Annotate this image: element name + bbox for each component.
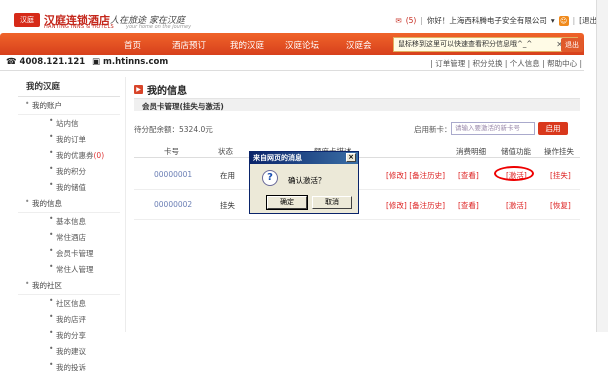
sidebar-item-card-management[interactable]: 会员卡管理 (18, 245, 120, 261)
dialog-title: 来自网页的消息 × (250, 152, 358, 164)
phone-number: ☎ 4008.121.121 (6, 57, 86, 67)
user-icon[interactable]: ☺ (558, 15, 569, 26)
sidebar-divider (125, 77, 126, 332)
activate-link[interactable]: [激活] (506, 200, 527, 211)
sidebar-item-frequent-hotels[interactable]: 常住酒店 (18, 229, 120, 245)
col-card-no: 卡号 (164, 147, 179, 156)
enable-card-button[interactable]: 启用 (538, 122, 568, 135)
report-loss-link[interactable]: [挂失] (550, 170, 571, 181)
question-icon: ? (262, 170, 278, 186)
card-number: 00000002 (154, 200, 193, 209)
sidebar-item-guest-management[interactable]: 常住人管理 (18, 261, 120, 277)
mail-count[interactable]: (5) (406, 16, 417, 25)
card-status: 挂失 (220, 201, 235, 210)
section-title: 会员卡管理(挂失与激活) (142, 102, 224, 111)
confirm-dialog: 来自网页的消息 × ? 确认激活？ 确定 取消 (249, 151, 359, 214)
sidebar-item-basic-info[interactable]: 基本信息 (18, 213, 120, 229)
close-icon[interactable]: × (346, 153, 356, 162)
ok-button[interactable]: 确定 (266, 195, 308, 210)
sidebar-title: 我的汉庭 (18, 77, 120, 97)
section-header: 会员卡管理(挂失与激活) (134, 98, 580, 111)
col-stored-value: 储值功能 (501, 147, 531, 156)
scrollbar[interactable] (596, 0, 608, 332)
sidebar-item-reviews[interactable]: 我的店评 (18, 311, 120, 327)
sidebar-item-complaints[interactable]: 我的投诉 (18, 359, 120, 375)
restore-link[interactable]: [恢复] (550, 200, 571, 211)
sidebar-item-community-info[interactable]: 社区信息 (18, 295, 120, 311)
greeting: 你好！上海西科腾电子安全有限公司 (426, 16, 547, 25)
sidebar-group-account[interactable]: 我的账户 (18, 97, 120, 115)
points-tooltip[interactable]: 鼠标移到这里可以快速查看积分信息哦^_^ ✕ ⌃ (393, 37, 578, 52)
sidebar-item-points[interactable]: 我的积分 (18, 163, 120, 179)
cancel-button[interactable]: 取消 (312, 196, 352, 209)
sidebar-item-coupons[interactable]: 我的优惠券(0) (18, 147, 120, 163)
card-status: 在用 (220, 171, 235, 180)
tooltip-text: 鼠标移到这里可以快速查看积分信息哦^_^ (398, 40, 533, 48)
sidebar-item-suggestions[interactable]: 我的建议 (18, 343, 120, 359)
new-card-input[interactable]: 请输入要激活的新卡号 (451, 122, 535, 135)
highlight-circle (494, 166, 534, 181)
view-link[interactable]: [查看] (458, 200, 479, 211)
mail-icon[interactable]: ✉ (395, 16, 401, 25)
brand-en: HANTING INNS & HOTELS (44, 24, 115, 30)
nav-club[interactable]: 汉庭会 (346, 39, 372, 51)
nav-forum[interactable]: 汉庭论坛 (285, 39, 319, 51)
enable-card-label: 启用新卡： (414, 125, 452, 134)
sidebar-group-info[interactable]: 我的信息 (18, 195, 120, 213)
chevron-down-icon[interactable]: ▾ (551, 16, 555, 25)
nav-logout-button[interactable]: 退出 (561, 38, 583, 52)
slogan-en: your home on the journey (126, 24, 192, 30)
nav-home[interactable]: 首页 (124, 39, 141, 51)
edit-links[interactable]: [修改] [备注历史] (386, 200, 445, 211)
col-status: 状态 (218, 147, 233, 156)
col-consumption: 消费明细 (456, 147, 486, 156)
sidebar-item-stored-value[interactable]: 我的储值 (18, 179, 120, 195)
nav-my-hanting[interactable]: 我的汉庭 (230, 39, 264, 51)
sidebar: 我的汉庭 我的账户 站内信 我的订单 我的优惠券(0) 我的积分 我的储值 我的… (18, 77, 120, 372)
card-number: 00000001 (154, 170, 193, 179)
top-header: 汉庭 汉庭连锁酒店 HANTING INNS & HOTELS 人在旅途 家在汉… (0, 0, 608, 32)
divider (0, 70, 584, 71)
logo[interactable]: 汉庭 (14, 13, 40, 27)
dialog-message: 确认激活？ (288, 176, 326, 185)
sidebar-item-inbox[interactable]: 站内信 (18, 115, 120, 131)
nav-booking[interactable]: 酒店预订 (172, 39, 206, 51)
balance-text: 待分配余额：5324.0元 (134, 125, 213, 134)
edit-links[interactable]: [修改] [备注历史] (386, 170, 445, 181)
view-link[interactable]: [查看] (458, 170, 479, 181)
page-title: ▶ 我的信息 (134, 82, 187, 97)
user-area: ✉ (5) | 你好！上海西科腾电子安全有限公司 ▾ ☺ | [退出] (395, 15, 600, 26)
website[interactable]: ▣ m.htinns.com (92, 57, 168, 67)
sidebar-group-community[interactable]: 我的社区 (18, 277, 120, 295)
arrow-icon: ▶ (134, 85, 143, 94)
sidebar-item-shares[interactable]: 我的分享 (18, 327, 120, 343)
sidebar-item-orders[interactable]: 我的订单 (18, 131, 120, 147)
col-operation: 操作挂失 (544, 147, 574, 156)
quick-links[interactable]: | 订单管理 | 积分兑换 | 个人信息 | 帮助中心 | (430, 58, 582, 69)
